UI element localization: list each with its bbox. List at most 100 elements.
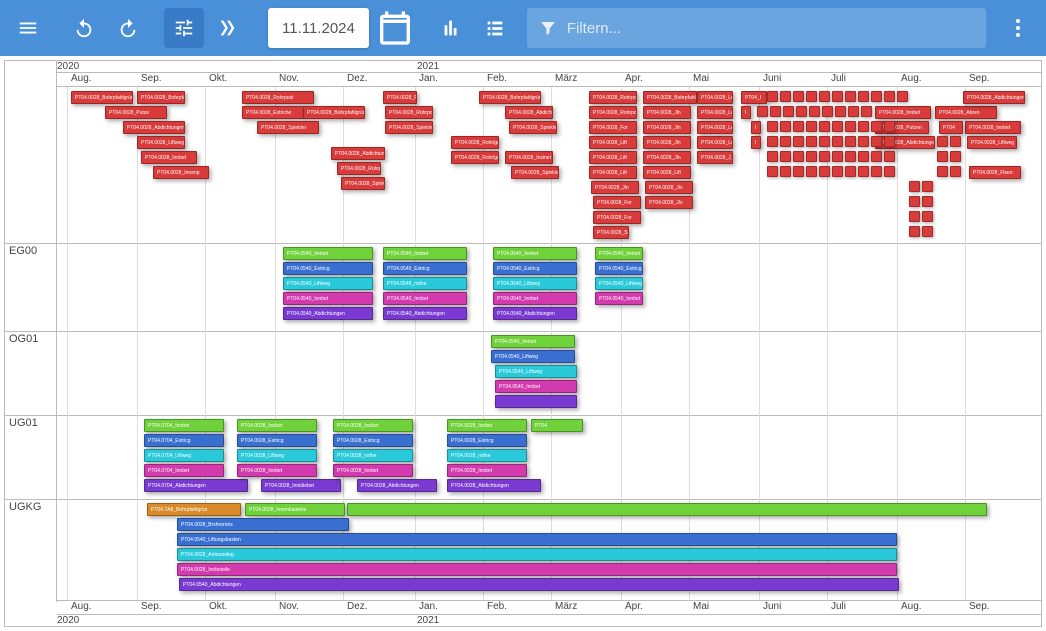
gantt-bar[interactable]: PT04.0540_Innbet: [383, 247, 467, 260]
gantt-bar[interactable]: PT04.0028_Rohrpost: [383, 91, 417, 104]
gantt-bar[interactable]: PT04.0028_J_n: [697, 151, 733, 164]
gantt-bar[interactable]: I: [741, 106, 751, 119]
milestone-chip[interactable]: [832, 151, 843, 162]
milestone-chip[interactable]: [819, 151, 830, 162]
gantt-bar[interactable]: PT04.0028_Lem: [697, 91, 733, 104]
milestone-chip[interactable]: [884, 166, 895, 177]
gantt-bar[interactable]: PT04.0028_Abdichtungen: [963, 91, 1025, 104]
milestone-chip[interactable]: [909, 181, 920, 192]
milestone-chip[interactable]: [909, 196, 920, 207]
gantt-bar[interactable]: PT04.0028_Spinkler: [257, 121, 319, 134]
milestone-chip[interactable]: [767, 91, 778, 102]
gantt-bar[interactable]: PT04.0028_nsfne: [333, 449, 413, 462]
milestone-chip[interactable]: [922, 211, 933, 222]
gantt-bar[interactable]: I: [751, 121, 761, 134]
gantt-bar[interactable]: PT04.0540_Innbet: [493, 292, 577, 305]
gantt-bar[interactable]: PT04.0028_Rohrlge: [451, 136, 499, 149]
gantt-bar[interactable]: PT04.0540_Liftweg: [493, 277, 577, 290]
milestone-chip[interactable]: [845, 121, 856, 132]
milestone-chip[interactable]: [884, 121, 895, 132]
milestone-chip[interactable]: [819, 91, 830, 102]
gantt-bar[interactable]: PT04.0028_Jln: [643, 151, 691, 164]
milestone-chip[interactable]: [780, 151, 791, 162]
gantt-bar[interactable]: PT04.0028_Abren: [935, 106, 997, 119]
gantt-bar[interactable]: PT04.0028_Abdichtungen: [331, 147, 385, 160]
milestone-chip[interactable]: [780, 91, 791, 102]
milestone-chip[interactable]: [806, 91, 817, 102]
gantt-bar[interactable]: PT04.0028_For: [593, 196, 641, 209]
gantt-bar[interactable]: PT04.0028_nsfne: [447, 449, 527, 462]
milestone-chip[interactable]: [793, 91, 804, 102]
gantt-bar[interactable]: PT04.0028_Rohrpost: [589, 91, 637, 104]
stats-button[interactable]: [431, 8, 471, 48]
milestone-chip[interactable]: [922, 196, 933, 207]
milestone-chip[interactable]: [767, 166, 778, 177]
gantt-bar[interactable]: PT04.0540_Liftweg: [283, 277, 373, 290]
filter-field[interactable]: [527, 8, 986, 48]
milestone-chip[interactable]: [871, 136, 882, 147]
milestone-chip[interactable]: [848, 106, 859, 117]
gantt-bar[interactable]: PT04.0028_Jln: [643, 121, 691, 134]
gantt-bar[interactable]: PT04.0028_Innbet: [333, 419, 413, 432]
milestone-chip[interactable]: [819, 136, 830, 147]
gantt-bar[interactable]: PT04.0028_Rohrpost: [242, 91, 314, 104]
gantt-bar[interactable]: PT04.0540_nsfne: [383, 277, 467, 290]
milestone-chip[interactable]: [845, 151, 856, 162]
milestone-chip[interactable]: [793, 121, 804, 132]
milestone-chip[interactable]: [950, 166, 961, 177]
gantt-bar[interactable]: PT04.0028_Rohrpost: [337, 162, 381, 175]
milestone-chip[interactable]: [793, 136, 804, 147]
gantt-bar[interactable]: PT04.0028_Rohrlge: [451, 151, 499, 164]
milestone-chip[interactable]: [845, 91, 856, 102]
more-menu-button[interactable]: [998, 8, 1038, 48]
gantt-bar[interactable]: PT04.0704_Innbet: [144, 464, 224, 477]
gantt-bar[interactable]: PT04.0540_Liftungsbasten: [177, 533, 897, 546]
gantt-bar[interactable]: PT04.0028_Abdichtungen: [123, 121, 185, 134]
gantt-bar[interactable]: PT04_I: [741, 91, 767, 104]
gantt-bar[interactable]: PT04.0704_Abdichtungen: [144, 479, 248, 492]
gantt-bar[interactable]: PT04.0028_Brshrerreis: [177, 518, 349, 531]
milestone-chip[interactable]: [884, 151, 895, 162]
milestone-chip[interactable]: [806, 121, 817, 132]
gantt-bar[interactable]: PT04.0028_Antrsandeg: [177, 548, 897, 561]
gantt-bar[interactable]: PT04.0028_Rohrpost: [589, 106, 637, 119]
milestone-chip[interactable]: [950, 136, 961, 147]
milestone-chip[interactable]: [793, 151, 804, 162]
gantt-bar[interactable]: PT04.0540_Estricg: [283, 262, 373, 275]
milestone-chip[interactable]: [806, 166, 817, 177]
milestone-chip[interactable]: [909, 211, 920, 222]
gantt-bar[interactable]: PT04.0028_Estricg: [237, 434, 317, 447]
gantt-bar[interactable]: PT04.0028_Spinkler: [509, 121, 557, 134]
milestone-chip[interactable]: [809, 106, 820, 117]
gantt-bar[interactable]: [495, 395, 577, 408]
milestone-chip[interactable]: [819, 166, 830, 177]
gantt-bar[interactable]: PT04.0540_Innbet: [595, 247, 643, 260]
gantt-bar[interactable]: PT04.0028_Jln: [591, 181, 639, 194]
gantt-bar[interactable]: PT04.0028_Abdichtungen: [505, 106, 553, 119]
milestone-chip[interactable]: [757, 106, 768, 117]
gantt-bar[interactable]: PT04.0540_Abdichtungen: [179, 578, 899, 591]
gantt-bar[interactable]: PT04.0028_Abdichtungen: [447, 479, 541, 492]
milestone-chip[interactable]: [884, 91, 895, 102]
gantt-bar[interactable]: PT04.0028_Estriche: [242, 106, 304, 119]
gantt-bar[interactable]: I: [751, 136, 761, 149]
gantt-bar[interactable]: PT04.0028_Innbet: [237, 464, 317, 477]
struct-view-button[interactable]: [208, 8, 248, 48]
milestone-chip[interactable]: [835, 106, 846, 117]
gantt-bar[interactable]: PT04.0028_Lift: [589, 136, 637, 149]
gantt-grid[interactable]: PT04.0028_BohrpfahlgrünPT04.0028_Bohrpfa…: [57, 87, 1041, 600]
gantt-bar[interactable]: PT04.0028_Liftweg: [967, 136, 1017, 149]
gantt-bar[interactable]: PT04.0540_Innbet: [491, 335, 575, 348]
undo-button[interactable]: [64, 8, 104, 48]
milestone-chip[interactable]: [871, 166, 882, 177]
milestone-chip[interactable]: [780, 166, 791, 177]
milestone-chip[interactable]: [783, 106, 794, 117]
milestone-chip[interactable]: [832, 166, 843, 177]
gantt-bar[interactable]: PT04.0028_Jln: [643, 106, 691, 119]
gantt-bar[interactable]: PT04.0028_Lem: [697, 136, 733, 149]
redo-button[interactable]: [108, 8, 148, 48]
milestone-chip[interactable]: [806, 136, 817, 147]
milestone-chip[interactable]: [871, 91, 882, 102]
gantt-bar[interactable]: PT04.0028_Innbet: [141, 151, 197, 164]
gantt-bar[interactable]: PT04.0028_Lift: [589, 166, 637, 179]
